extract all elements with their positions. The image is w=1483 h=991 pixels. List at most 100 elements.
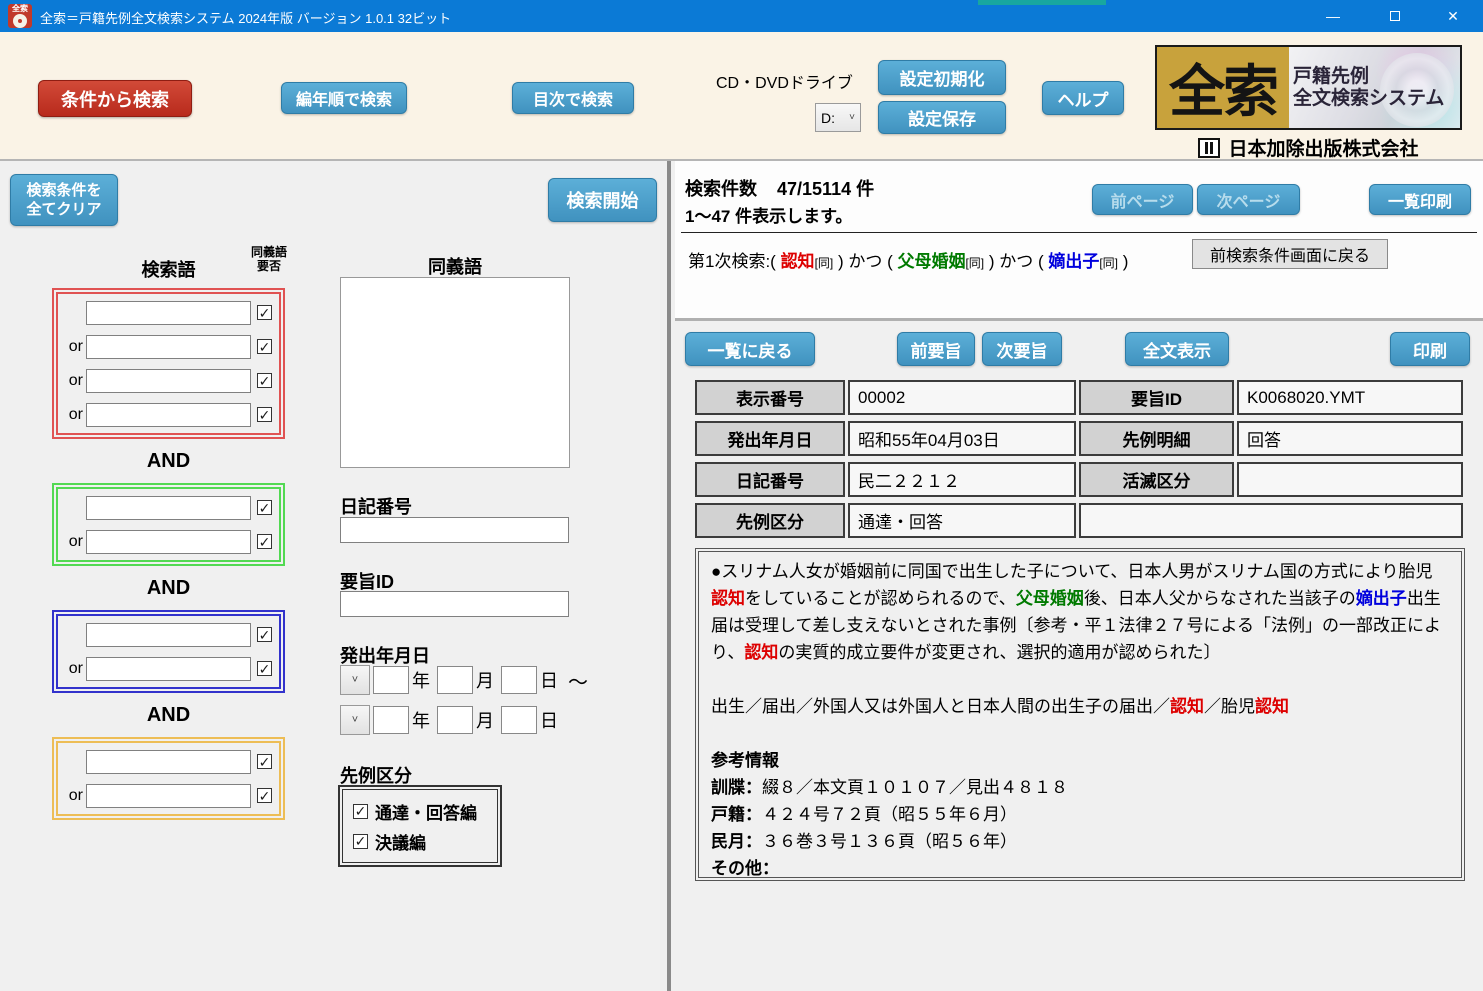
era-select[interactable]: ˅	[340, 665, 370, 695]
precedent-option-checkbox[interactable]: ✓	[353, 804, 368, 819]
abstract-id-input[interactable]	[340, 591, 569, 617]
precedent-option-checkbox[interactable]: ✓	[353, 834, 368, 849]
era-select[interactable]: ˅	[340, 705, 370, 735]
term-row: or✓	[58, 402, 279, 427]
month-label: 月	[476, 707, 494, 733]
synonym-required-checkbox[interactable]: ✓	[257, 339, 272, 354]
to-year-input[interactable]	[373, 706, 409, 734]
prev-abstract-button[interactable]: 前要旨	[897, 332, 975, 366]
search-by-chronology-button[interactable]: 編年順で検索	[281, 82, 407, 114]
help-button[interactable]: ヘルプ	[1042, 81, 1124, 115]
synonym-required-checkbox[interactable]: ✓	[257, 661, 272, 676]
synonym-required-checkbox[interactable]: ✓	[257, 305, 272, 320]
text-segment: ／胎児	[1204, 697, 1255, 716]
reference-line: 戸籍：４２４号７２頁（昭５５年６月）	[711, 801, 1449, 828]
search-term-input[interactable]	[86, 301, 251, 325]
diary-number-input[interactable]	[340, 517, 569, 543]
titlebar: 全索 全索＝戸籍先例全文検索システム 2024年版 バージョン 1.0.1 32…	[0, 0, 1483, 32]
detail-header-cell: 先例明細	[1079, 421, 1234, 456]
save-settings-button[interactable]: 設定保存	[878, 101, 1006, 134]
maximize-button[interactable]	[1372, 0, 1418, 32]
text-segment: )	[1118, 252, 1128, 271]
search-start-button[interactable]: 検索開始	[548, 178, 657, 222]
init-settings-button[interactable]: 設定初期化	[878, 60, 1006, 95]
detail-header-cell: 要旨ID	[1079, 380, 1234, 415]
search-by-condition-button[interactable]: 条件から検索	[38, 80, 192, 117]
search-term-input[interactable]	[86, 623, 251, 647]
keyword-red: 認知	[1255, 697, 1289, 716]
keyword-red: 認知	[1170, 697, 1204, 716]
drive-select-value: D:	[821, 110, 835, 126]
search-term-input[interactable]	[86, 369, 251, 393]
synonym-required-checkbox[interactable]: ✓	[257, 373, 272, 388]
drive-select[interactable]: D: ˅	[815, 103, 861, 132]
term-row: ✓	[58, 495, 279, 520]
keyword-red: 認知	[711, 589, 745, 608]
reference-lines: 訓牒：綴８／本文頁１０１０７／見出４８１８戸籍：４２４号７２頁（昭５５年６月）民…	[711, 774, 1449, 878]
print-button[interactable]: 印刷	[1390, 332, 1470, 366]
synonym-list-box[interactable]	[340, 277, 570, 468]
detail-table-row: 表示番号00002要旨IDK0068020.YMT	[695, 380, 1465, 415]
synonym-required-checkbox[interactable]: ✓	[257, 627, 272, 642]
to-month-input[interactable]	[437, 706, 473, 734]
search-term-input[interactable]	[86, 784, 251, 808]
full-text-button[interactable]: 全文表示	[1125, 332, 1229, 366]
prev-page-button[interactable]: 前ページ	[1092, 184, 1193, 215]
term-row: ✓	[58, 749, 279, 774]
next-page-button[interactable]: 次ページ	[1197, 184, 1300, 215]
to-day-input[interactable]	[501, 706, 537, 734]
header-divider	[681, 232, 1477, 233]
detail-table-row: 先例区分通達・回答	[695, 503, 1465, 538]
minimize-button[interactable]: —	[1310, 0, 1356, 32]
keyword-blue: 嫡出子	[1048, 252, 1099, 271]
synonym-required-checkbox[interactable]: ✓	[257, 754, 272, 769]
detail-header-cell: 活滅区分	[1079, 462, 1234, 497]
text-segment: ●スリナム人女が婚姻前に同国で出生した子について、日本人男がスリナム国の方式によ…	[711, 562, 1433, 581]
precedent-class-box: ✓通達・回答編✓決議編	[338, 785, 502, 867]
text-segment: 第1次検索:(	[688, 252, 781, 271]
app-icon-disc	[13, 14, 27, 28]
search-term-input[interactable]	[86, 335, 251, 359]
reference-line: 訓牒：綴８／本文頁１０１０７／見出４８１８	[711, 774, 1449, 801]
search-term-input[interactable]	[86, 530, 251, 554]
search-term-input[interactable]	[86, 403, 251, 427]
next-abstract-button[interactable]: 次要旨	[982, 332, 1062, 366]
month-label: 月	[476, 667, 494, 693]
precedent-option-label: 決議編	[375, 829, 426, 854]
and-separator-label: AND	[52, 566, 285, 610]
synonym-required-checkbox[interactable]: ✓	[257, 500, 272, 515]
search-form-panel: 検索条件を 全てクリア 検索開始 検索語 同義語 要否 同義語 ✓or✓or✓o…	[0, 161, 671, 991]
search-by-toc-button[interactable]: 目次で検索	[512, 82, 634, 114]
from-year-input[interactable]	[373, 666, 409, 694]
close-button[interactable]: ✕	[1430, 0, 1476, 32]
issue-date-from-row: ˅ 年 月 日 ～	[340, 665, 588, 695]
keyword-red: 認知	[781, 252, 815, 271]
detail-value-cell	[1237, 462, 1463, 497]
diary-number-label: 日記番号	[340, 493, 412, 519]
term-group-4-inner: ✓or✓	[56, 741, 281, 816]
product-logo-left: 全索	[1157, 47, 1289, 128]
back-to-prev-search-button[interactable]: 前検索条件画面に戻る	[1192, 239, 1388, 269]
search-term-input[interactable]	[86, 657, 251, 681]
synonym-required-checkbox[interactable]: ✓	[257, 407, 272, 422]
keyword-green: 父母婚姻	[1016, 589, 1084, 608]
detail-header-cell: 日記番号	[695, 462, 845, 497]
synonym-required-checkbox[interactable]: ✓	[257, 534, 272, 549]
synonym-required-checkbox[interactable]: ✓	[257, 788, 272, 803]
result-count: 検索件数 47/15114 件	[685, 175, 874, 201]
product-logo: 全索 戸籍先例 全文検索システム	[1155, 45, 1462, 130]
keyword-sub: [同]	[815, 256, 834, 270]
product-logo-sub1: 戸籍先例	[1293, 66, 1460, 88]
abstract-content: ●スリナム人女が婚姻前に同国で出生した子について、日本人男がスリナム国の方式によ…	[698, 551, 1462, 878]
from-month-input[interactable]	[437, 666, 473, 694]
search-term-input[interactable]	[86, 496, 251, 520]
from-day-input[interactable]	[501, 666, 537, 694]
synonym-col-line1: 同義語	[251, 245, 287, 259]
text-segment: 出生／届出／外国人又は外国人と日本人間の出生子の届出／	[711, 697, 1170, 716]
term-group-1-inner: ✓or✓or✓or✓	[56, 292, 281, 435]
back-to-list-button[interactable]: 一覧に戻る	[685, 332, 815, 366]
search-term-input[interactable]	[86, 750, 251, 774]
print-list-button[interactable]: 一覧印刷	[1369, 184, 1471, 215]
clear-all-conditions-button[interactable]: 検索条件を 全てクリア	[10, 174, 118, 226]
detail-header-cell: 表示番号	[695, 380, 845, 415]
